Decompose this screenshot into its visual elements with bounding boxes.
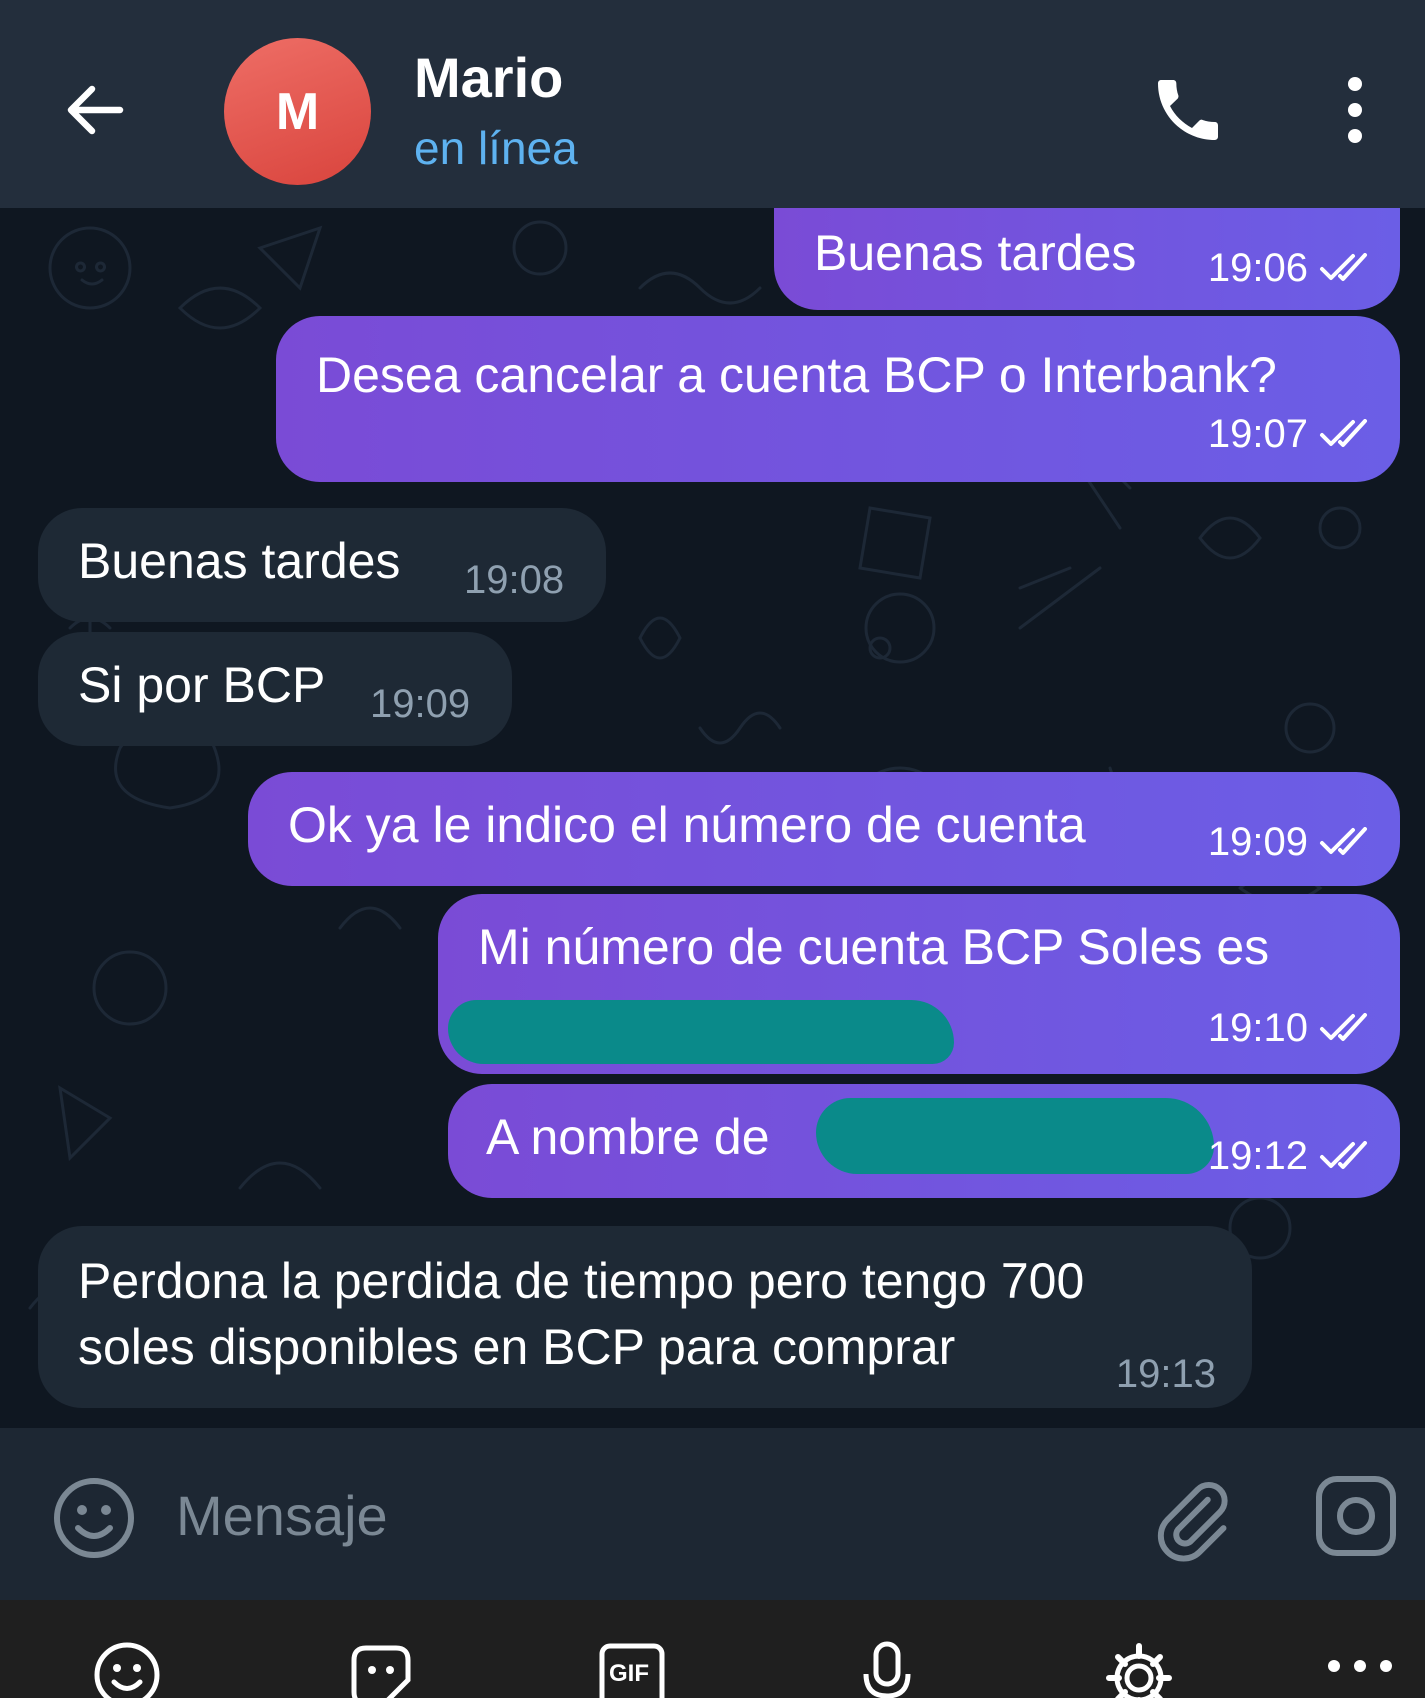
double-check-icon bbox=[1320, 827, 1367, 855]
message-composer bbox=[0, 1428, 1425, 1600]
message-input[interactable] bbox=[176, 1478, 1076, 1552]
contact-status: en línea bbox=[414, 122, 578, 174]
message-bubble-outgoing[interactable]: Buenas tardes 19:06 bbox=[774, 208, 1400, 310]
more-options-button[interactable] bbox=[1320, 70, 1390, 150]
keyboard-gif-button[interactable]: GIF bbox=[598, 1640, 678, 1698]
message-meta: 19:13 bbox=[1116, 1350, 1216, 1398]
keyboard-emoji-button[interactable] bbox=[92, 1640, 172, 1698]
message-time: 19:10 bbox=[1207, 1006, 1308, 1050]
call-button[interactable] bbox=[1148, 70, 1228, 150]
message-bubble-outgoing[interactable]: A nombre de 19:12 bbox=[448, 1084, 1400, 1198]
message-text: Si por BCP bbox=[78, 657, 326, 713]
telegram-chat-screen: M Mario en línea Buenas tardes 19:06 Des… bbox=[0, 0, 1425, 1698]
camera-icon bbox=[1316, 1476, 1396, 1556]
message-bubble-incoming[interactable]: Perdona la perdida de tiempo pero tengo … bbox=[38, 1226, 1252, 1408]
message-text: Buenas tardes bbox=[78, 533, 401, 589]
message-bubble-incoming[interactable]: Si por BCP 19:09 bbox=[38, 632, 512, 746]
message-bubble-outgoing[interactable]: Desea cancelar a cuenta BCP o Interbank?… bbox=[276, 316, 1400, 482]
redaction-mark bbox=[816, 1098, 1214, 1174]
paperclip-icon bbox=[1157, 1482, 1228, 1562]
message-text: A nombre de bbox=[486, 1109, 770, 1165]
double-check-icon bbox=[1320, 253, 1367, 281]
message-meta: 19:12 bbox=[1208, 1132, 1378, 1180]
message-time: 19:13 bbox=[1115, 1352, 1216, 1396]
double-check-icon bbox=[1320, 1013, 1367, 1041]
contact-name[interactable]: Mario bbox=[414, 46, 563, 110]
message-time: 19:08 bbox=[464, 558, 565, 602]
microphone-icon bbox=[863, 1641, 911, 1698]
message-time: 19:12 bbox=[1207, 1134, 1308, 1178]
message-text: Desea cancelar a cuenta BCP o Interbank? bbox=[316, 347, 1277, 403]
message-text: Buenas tardes bbox=[814, 225, 1137, 281]
emoji-button[interactable] bbox=[52, 1476, 136, 1565]
keyboard-more-button[interactable] bbox=[1320, 1640, 1400, 1698]
settings-icon bbox=[1106, 1643, 1172, 1698]
double-check-icon bbox=[1320, 1141, 1367, 1169]
more-horizontal-icon bbox=[1328, 1660, 1392, 1672]
message-bubble-outgoing[interactable]: Ok ya le indico el número de cuenta 19:0… bbox=[248, 772, 1400, 886]
redaction-mark bbox=[448, 1000, 954, 1064]
message-meta: 19:09 bbox=[370, 680, 470, 728]
gif-label: GIF bbox=[609, 1660, 649, 1687]
chat-header: M Mario en línea bbox=[0, 0, 1425, 208]
keyboard-sticker-button[interactable] bbox=[346, 1640, 426, 1698]
avatar[interactable]: M bbox=[224, 38, 371, 185]
message-meta: 19:08 bbox=[464, 556, 564, 604]
message-time: 19:06 bbox=[1207, 246, 1308, 290]
message-meta: 19:07 bbox=[1208, 410, 1378, 458]
sticker-icon bbox=[351, 1645, 411, 1698]
message-time: 19:09 bbox=[370, 682, 471, 726]
keyboard-toolbar: GIF bbox=[0, 1600, 1425, 1698]
camera-button[interactable] bbox=[1314, 1474, 1398, 1563]
keyboard-voice-button[interactable] bbox=[852, 1640, 932, 1698]
double-check-icon bbox=[1320, 419, 1367, 447]
message-bubble-outgoing[interactable]: Mi número de cuenta BCP Soles es 19:10 bbox=[438, 894, 1400, 1074]
emoji-icon bbox=[94, 1642, 160, 1698]
message-meta: 19:09 bbox=[1208, 818, 1378, 866]
message-meta: 19:10 bbox=[1208, 1004, 1378, 1052]
message-text: Ok ya le indico el número de cuenta bbox=[288, 797, 1086, 853]
message-text: Perdona la perdida de tiempo pero tengo … bbox=[78, 1253, 1085, 1375]
message-time: 19:09 bbox=[1207, 820, 1308, 864]
emoji-icon bbox=[54, 1478, 134, 1558]
back-button[interactable] bbox=[58, 70, 138, 150]
more-vertical-icon bbox=[1348, 77, 1362, 143]
message-meta: 19:06 bbox=[1208, 244, 1378, 292]
message-list[interactable]: Buenas tardes 19:06 Desea cancelar a cue… bbox=[0, 208, 1425, 1428]
message-text: Mi número de cuenta BCP Soles es bbox=[478, 919, 1270, 975]
attach-button[interactable] bbox=[1150, 1474, 1234, 1569]
message-bubble-incoming[interactable]: Buenas tardes 19:08 bbox=[38, 508, 606, 622]
keyboard-settings-button[interactable] bbox=[1104, 1640, 1184, 1698]
message-time: 19:07 bbox=[1207, 412, 1308, 456]
avatar-initial: M bbox=[275, 82, 320, 141]
phone-icon bbox=[1158, 80, 1218, 140]
arrow-left-icon bbox=[67, 85, 124, 135]
